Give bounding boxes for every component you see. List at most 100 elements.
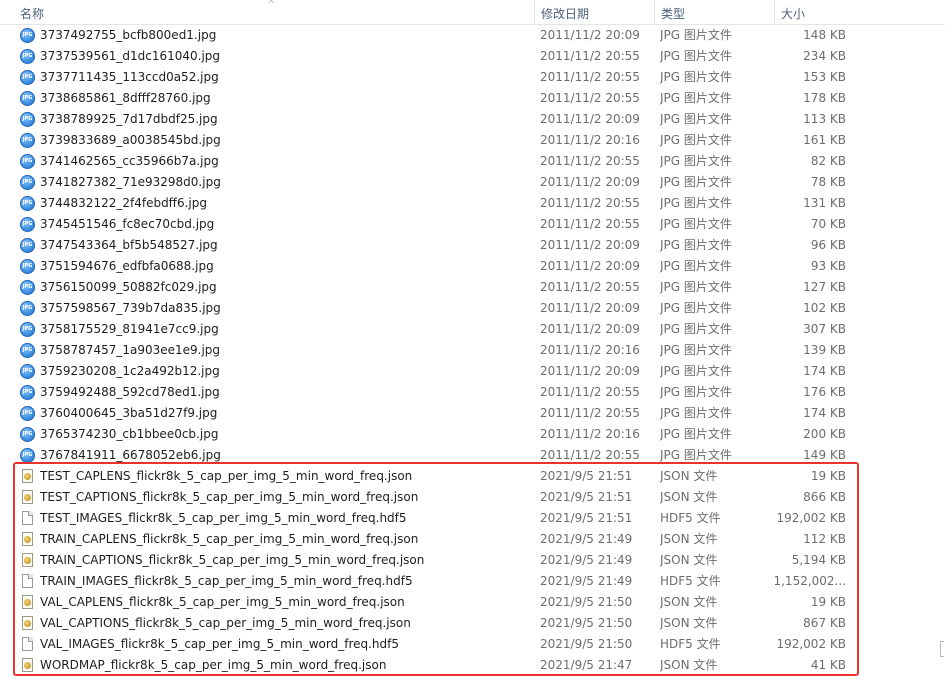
file-row[interactable]: 3759230208_1c2a492b12.jpg 2011/11/2 20:09… bbox=[0, 361, 945, 382]
file-row[interactable]: 3759492488_592cd78ed1.jpg 2011/11/2 20:55… bbox=[0, 382, 945, 403]
file-icon-cell bbox=[19, 634, 37, 655]
file-row[interactable]: 3747543364_bf5b548527.jpg 2011/11/2 20:09… bbox=[0, 235, 945, 256]
file-size: 102 KB bbox=[803, 301, 846, 315]
file-icon-cell bbox=[19, 466, 37, 487]
file-row[interactable]: TRAIN_IMAGES_flickr8k_5_cap_per_img_5_mi… bbox=[0, 571, 945, 592]
file-type: JPG 图片文件 bbox=[660, 448, 732, 462]
file-size: 192,002 KB bbox=[776, 511, 846, 525]
file-row[interactable]: 3737539561_d1dc161040.jpg 2011/11/2 20:55… bbox=[0, 46, 945, 67]
file-icon-cell bbox=[19, 613, 37, 634]
file-size: 174 KB bbox=[803, 364, 846, 378]
file-row[interactable]: VAL_IMAGES_flickr8k_5_cap_per_img_5_min_… bbox=[0, 634, 945, 655]
column-header-name[interactable]: 名称 bbox=[14, 0, 534, 24]
file-icon-cell bbox=[19, 529, 37, 550]
file-row[interactable]: 3737711435_113ccd0a52.jpg 2011/11/2 20:55… bbox=[0, 67, 945, 88]
hdf5-file-icon bbox=[22, 574, 33, 588]
file-type: JPG 图片文件 bbox=[660, 28, 732, 42]
file-row[interactable]: VAL_CAPTIONS_flickr8k_5_cap_per_img_5_mi… bbox=[0, 613, 945, 634]
file-row[interactable]: TEST_CAPTIONS_flickr8k_5_cap_per_img_5_m… bbox=[0, 487, 945, 508]
file-icon-cell bbox=[19, 193, 37, 214]
file-size: 178 KB bbox=[803, 91, 846, 105]
file-name: 3759230208_1c2a492b12.jpg bbox=[40, 364, 220, 378]
file-row[interactable]: 3739833689_a0038545bd.jpg 2011/11/2 20:16… bbox=[0, 130, 945, 151]
file-type: JPG 图片文件 bbox=[660, 259, 732, 273]
file-modified-date: 2011/11/2 20:16 bbox=[540, 343, 640, 357]
file-type: HDF5 文件 bbox=[660, 637, 721, 651]
file-modified-date: 2021/9/5 21:49 bbox=[540, 574, 633, 588]
file-row[interactable]: 3737492755_bcfb800ed1.jpg 2011/11/2 20:09… bbox=[0, 25, 945, 46]
file-row[interactable]: 3756150099_50882fc029.jpg 2011/11/2 20:55… bbox=[0, 277, 945, 298]
file-type: JPG 图片文件 bbox=[660, 280, 732, 294]
file-icon-cell bbox=[19, 214, 37, 235]
column-header-size[interactable]: 大小 bbox=[774, 0, 854, 24]
file-icon-cell bbox=[19, 340, 37, 361]
json-file-icon bbox=[22, 616, 33, 630]
file-name: TRAIN_CAPTIONS_flickr8k_5_cap_per_img_5_… bbox=[40, 553, 425, 567]
file-row[interactable]: 3745451546_fc8ec70cbd.jpg 2011/11/2 20:55… bbox=[0, 214, 945, 235]
file-name: VAL_CAPTIONS_flickr8k_5_cap_per_img_5_mi… bbox=[40, 616, 411, 630]
column-header-type[interactable]: 类型 bbox=[654, 0, 774, 24]
file-icon-cell bbox=[19, 277, 37, 298]
file-row[interactable]: WORDMAP_flickr8k_5_cap_per_img_5_min_wor… bbox=[0, 655, 945, 676]
file-size: 5,194 KB bbox=[791, 553, 846, 567]
file-row[interactable]: TEST_CAPLENS_flickr8k_5_cap_per_img_5_mi… bbox=[0, 466, 945, 487]
file-row[interactable]: 3757598567_739b7da835.jpg 2011/11/2 20:09… bbox=[0, 298, 945, 319]
file-row[interactable]: 3751594676_edfbfa0688.jpg 2011/11/2 20:09… bbox=[0, 256, 945, 277]
json-file-icon bbox=[22, 469, 33, 483]
file-row[interactable]: TRAIN_CAPTIONS_flickr8k_5_cap_per_img_5_… bbox=[0, 550, 945, 571]
jpg-file-icon bbox=[20, 259, 35, 274]
file-size: 200 KB bbox=[803, 427, 846, 441]
file-row[interactable]: 3738685861_8dfff28760.jpg 2011/11/2 20:55… bbox=[0, 88, 945, 109]
file-icon-cell bbox=[19, 298, 37, 319]
scroll-edge-handle[interactable] bbox=[940, 641, 944, 657]
file-icon-cell bbox=[19, 361, 37, 382]
jpg-file-icon bbox=[20, 427, 35, 442]
file-modified-date: 2011/11/2 20:09 bbox=[540, 364, 640, 378]
column-header-date[interactable]: 修改日期 bbox=[534, 0, 654, 24]
file-row[interactable]: TEST_IMAGES_flickr8k_5_cap_per_img_5_min… bbox=[0, 508, 945, 529]
file-size: 78 KB bbox=[810, 175, 846, 189]
file-row[interactable]: TRAIN_CAPLENS_flickr8k_5_cap_per_img_5_m… bbox=[0, 529, 945, 550]
file-row[interactable]: 3738789925_7d17dbdf25.jpg 2011/11/2 20:09… bbox=[0, 109, 945, 130]
file-row[interactable]: 3741462565_cc35966b7a.jpg 2011/11/2 20:55… bbox=[0, 151, 945, 172]
file-icon-cell bbox=[19, 67, 37, 88]
column-header-bar: ^ 名称 修改日期 类型 大小 bbox=[0, 0, 945, 25]
file-type: JPG 图片文件 bbox=[660, 322, 732, 336]
file-name: 3765374230_cb1bbee0cb.jpg bbox=[40, 427, 219, 441]
file-modified-date: 2021/9/5 21:51 bbox=[540, 469, 633, 483]
file-size: 153 KB bbox=[803, 70, 846, 84]
file-icon-cell bbox=[19, 109, 37, 130]
file-name: 3760400645_3ba51d27f9.jpg bbox=[40, 406, 218, 420]
file-row[interactable]: 3744832122_2f4febdff6.jpg 2011/11/2 20:55… bbox=[0, 193, 945, 214]
file-modified-date: 2011/11/2 20:55 bbox=[540, 154, 640, 168]
file-modified-date: 2021/9/5 21:51 bbox=[540, 490, 633, 504]
file-type: JSON 文件 bbox=[660, 553, 718, 567]
json-file-icon bbox=[22, 595, 33, 609]
file-icon-cell bbox=[19, 235, 37, 256]
file-icon-cell bbox=[19, 403, 37, 424]
file-icon-cell bbox=[19, 508, 37, 529]
file-size: 234 KB bbox=[803, 49, 846, 63]
file-row[interactable]: 3758787457_1a903ee1e9.jpg 2011/11/2 20:16… bbox=[0, 340, 945, 361]
file-row[interactable]: 3758175529_81941e7cc9.jpg 2011/11/2 20:09… bbox=[0, 319, 945, 340]
file-size: 93 KB bbox=[810, 259, 846, 273]
file-row[interactable]: 3767841911_6678052eb6.jpg 2011/11/2 20:55… bbox=[0, 445, 945, 466]
jpg-file-icon bbox=[20, 196, 35, 211]
json-file-icon bbox=[22, 490, 33, 504]
file-name: 3741462565_cc35966b7a.jpg bbox=[40, 154, 219, 168]
file-icon-cell bbox=[19, 550, 37, 571]
file-row[interactable]: VAL_CAPLENS_flickr8k_5_cap_per_img_5_min… bbox=[0, 592, 945, 613]
file-size: 161 KB bbox=[803, 133, 846, 147]
jpg-file-icon bbox=[20, 175, 35, 190]
file-type: JPG 图片文件 bbox=[660, 112, 732, 126]
file-icon-cell bbox=[19, 655, 37, 676]
file-row[interactable]: 3760400645_3ba51d27f9.jpg 2011/11/2 20:55… bbox=[0, 403, 945, 424]
file-size: 96 KB bbox=[810, 238, 846, 252]
file-modified-date: 2011/11/2 20:09 bbox=[540, 112, 640, 126]
file-modified-date: 2011/11/2 20:16 bbox=[540, 133, 640, 147]
file-name: 3759492488_592cd78ed1.jpg bbox=[40, 385, 220, 399]
jpg-file-icon bbox=[20, 406, 35, 421]
file-row[interactable]: 3765374230_cb1bbee0cb.jpg 2011/11/2 20:16… bbox=[0, 424, 945, 445]
file-rows: 3737492755_bcfb800ed1.jpg 2011/11/2 20:09… bbox=[0, 25, 945, 676]
file-row[interactable]: 3741827382_71e93298d0.jpg 2011/11/2 20:09… bbox=[0, 172, 945, 193]
